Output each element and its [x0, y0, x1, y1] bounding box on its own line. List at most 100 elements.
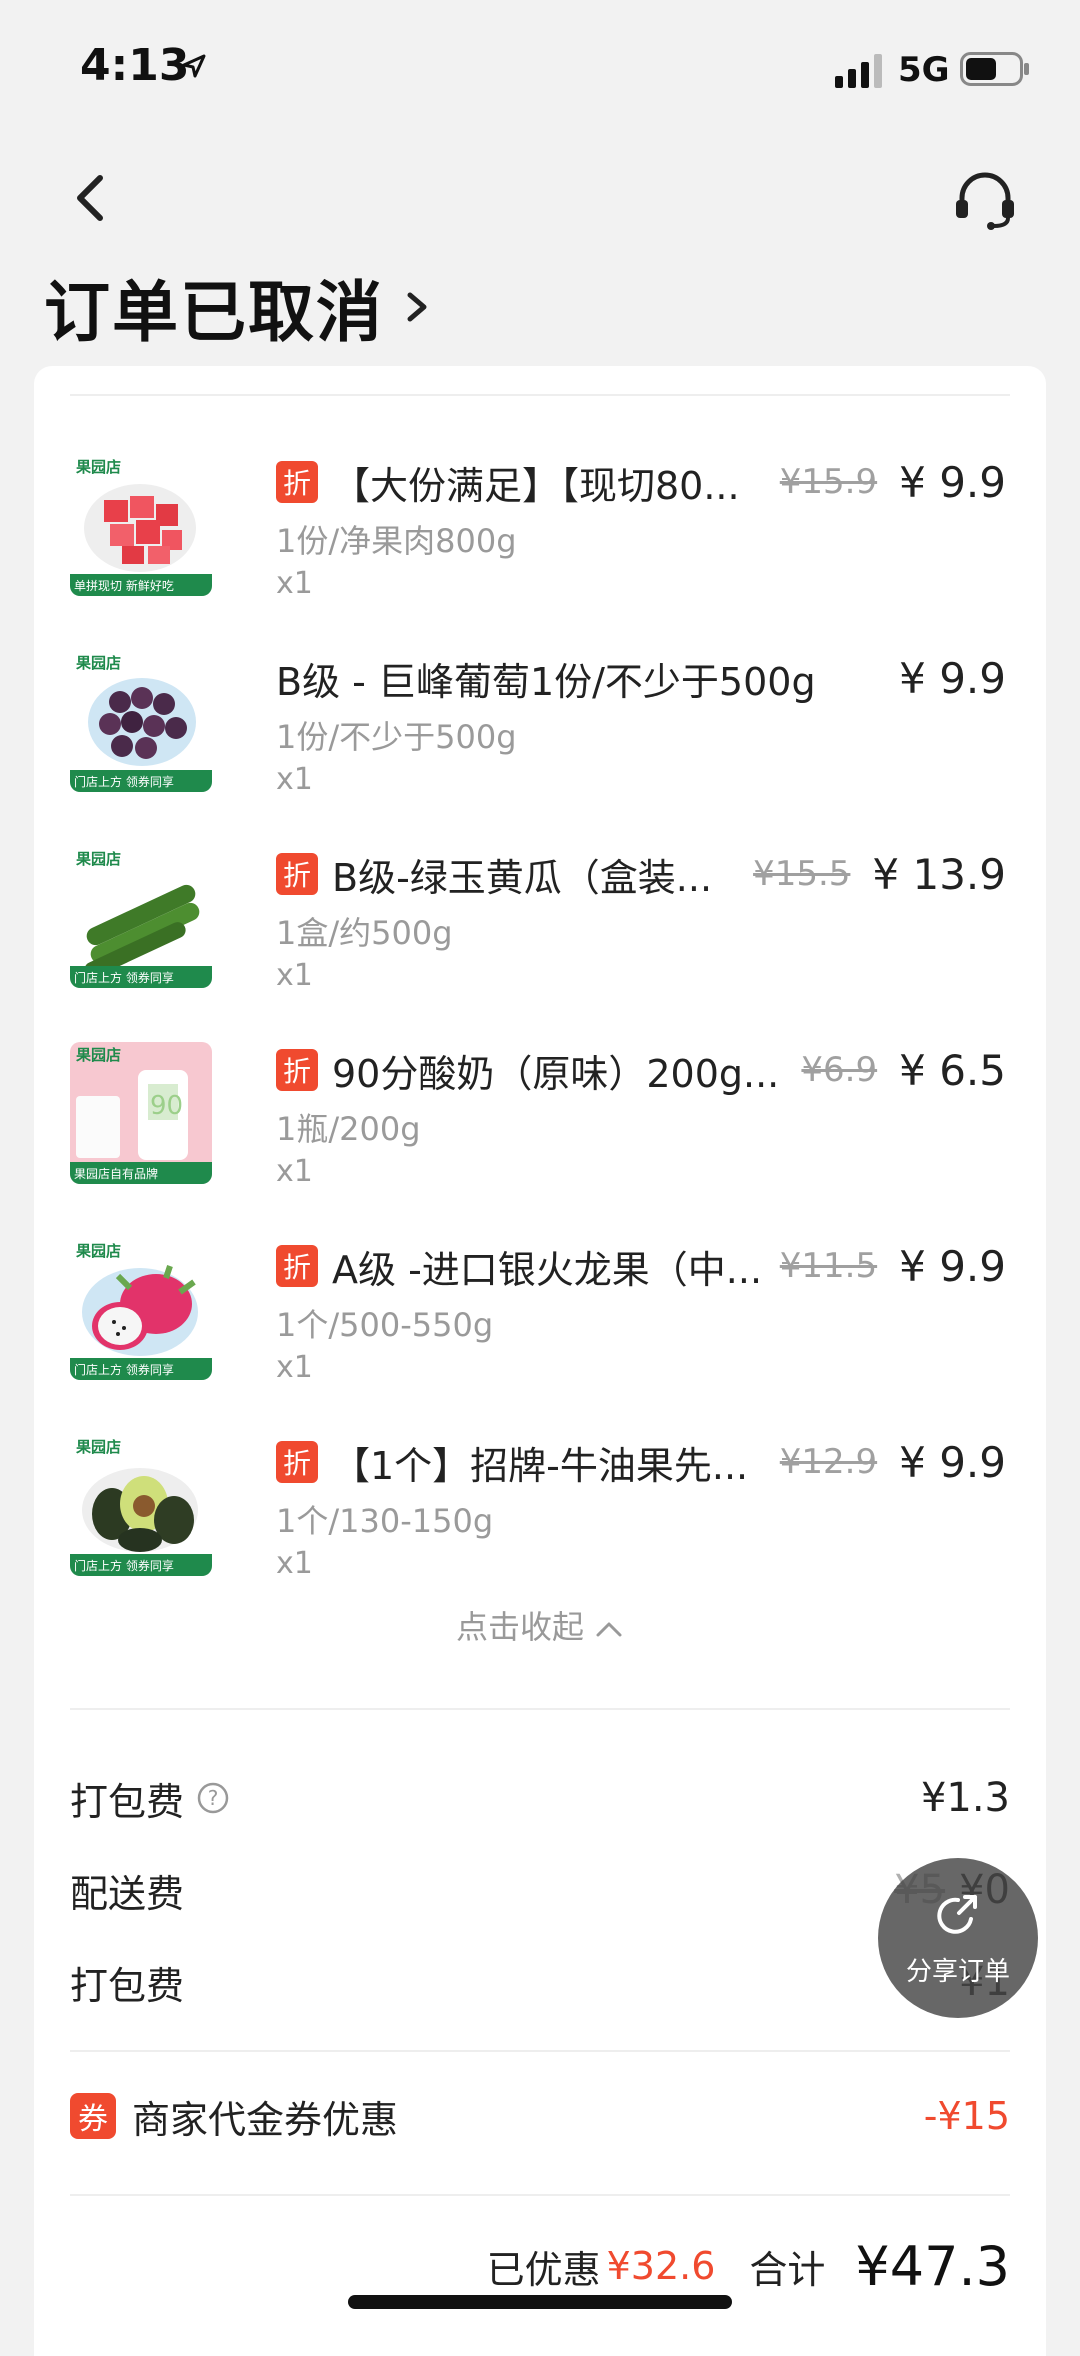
thumb-caption: 门店上方 领券同享 [74, 1558, 174, 1573]
collapse-items-button[interactable]: 点击收起 [34, 1602, 1046, 1648]
order-total-row: 已优惠 ¥32.6 合计 ¥47.3 [70, 2226, 1010, 2306]
coupon-value: -¥15 [923, 2094, 1010, 2138]
divider [70, 2050, 1010, 2052]
discount-badge: 折 [276, 1441, 318, 1483]
discount-badge: 折 [276, 1049, 318, 1091]
thumb-caption: 门店上方 领券同享 [74, 970, 174, 985]
product-thumbnail: 果园店 门店上方 领券同享 [70, 1434, 212, 1576]
order-status[interactable]: 订单已取消 [44, 262, 432, 352]
discount-amount: ¥32.6 [606, 2244, 716, 2288]
question-circle-icon[interactable]: ? [196, 1781, 230, 1815]
share-order-button[interactable]: 分享订单 [878, 1858, 1038, 2018]
item-quantity: x1 [276, 958, 313, 993]
chevron-left-icon[interactable] [62, 168, 122, 228]
order-item[interactable]: 果园店 90 果园店自有品牌 折 90分酸奶（原味）200g... ¥6.9 ¥… [70, 1042, 1046, 1212]
svg-text:?: ? [208, 1786, 219, 1810]
coupon-row: 券 商家代金券优惠 -¥15 [70, 2086, 1010, 2146]
item-name: B级-绿玉黄瓜（盒装... [332, 855, 713, 900]
chevron-right-icon [407, 292, 427, 322]
network-type: 5G [898, 50, 950, 90]
item-original-price: ¥15.9 [779, 462, 878, 502]
fee-row-packaging: 打包费 ? ¥1.3 [70, 1768, 1010, 1828]
discount-badge: 折 [276, 1245, 318, 1287]
item-price: ¥ 9.9 [899, 1241, 1006, 1291]
order-item[interactable]: 果园店 单拼现切 新鲜好吃 折 【大份满足】【现切80... ¥15.9 ¥ 9… [70, 454, 1046, 624]
divider [70, 2194, 1010, 2196]
total-label: 合计 [749, 2247, 826, 2292]
coupon-label: 商家代金券优惠 [132, 2097, 399, 2142]
product-thumbnail: 果园店 门店上方 领券同享 [70, 650, 212, 792]
svg-text:90: 90 [150, 1091, 183, 1121]
share-icon [937, 1894, 977, 1934]
product-thumbnail: 果园店 单拼现切 新鲜好吃 [70, 454, 212, 596]
item-price: ¥ 6.5 [899, 1045, 1006, 1095]
chevron-up-icon [596, 1622, 622, 1637]
item-name: A级 -进口银火龙果（中... [332, 1247, 763, 1292]
product-thumbnail: 果园店 门店上方 领券同享 [70, 1238, 212, 1380]
headset-icon[interactable] [950, 164, 1020, 234]
thumb-store: 果园店 [75, 850, 121, 868]
order-detail-card: 果园店 单拼现切 新鲜好吃 折 【大份满足】【现切80... ¥15.9 ¥ 9… [34, 366, 1046, 2356]
share-label: 分享订单 [905, 1956, 1010, 1987]
item-spec: 1份/不少于500g [276, 718, 517, 756]
thumb-store: 果园店 [75, 1046, 121, 1064]
discount-badge: 折 [276, 853, 318, 895]
fee-label: 打包费 [70, 1963, 185, 2008]
item-original-price: ¥11.5 [779, 1246, 878, 1286]
thumb-store: 果园店 [75, 654, 121, 672]
item-name: 【1个】招牌-牛油果先... [332, 1443, 749, 1488]
fee-row-delivery: 配送费 ¥5 ¥0 [70, 1860, 1010, 1920]
collapse-label: 点击收起 [455, 1608, 584, 1646]
item-original-price: ¥6.9 [801, 1050, 878, 1090]
fee-row-packaging-2: 打包费 ¥1 [70, 1952, 1010, 2012]
item-price: ¥ 9.9 [899, 457, 1006, 507]
item-quantity: x1 [276, 1546, 313, 1581]
home-indicator[interactable] [348, 2295, 732, 2309]
thumb-caption: 果园店自有品牌 [74, 1167, 158, 1181]
discount-badge: 折 [276, 461, 318, 503]
item-original-price: ¥15.5 [753, 854, 851, 894]
order-item[interactable]: 果园店 门店上方 领券同享 折 【1个】招牌-牛油果先... ¥12.9 ¥ 9… [70, 1434, 1046, 1604]
thumb-store: 果园店 [75, 1242, 121, 1260]
item-spec: 1个/500-550g [276, 1306, 494, 1344]
location-arrow-icon [182, 54, 206, 78]
item-name: B级 - 巨峰葡萄1份/不少于500g [276, 659, 816, 704]
status-time: 4:13 [80, 40, 190, 91]
product-thumbnail: 果园店 门店上方 领券同享 [70, 846, 212, 988]
thumb-caption: 单拼现切 新鲜好吃 [74, 578, 174, 593]
item-price: ¥ 9.9 [899, 1437, 1006, 1487]
fee-label: 打包费 [70, 1779, 185, 1824]
item-spec: 1盒/约500g [276, 914, 453, 952]
coupon-badge: 券 [70, 2093, 116, 2139]
item-quantity: x1 [276, 566, 313, 601]
item-spec: 1份/净果肉800g [276, 522, 517, 560]
item-original-price: ¥12.9 [779, 1442, 878, 1482]
item-quantity: x1 [276, 762, 313, 797]
battery-icon [960, 52, 1029, 86]
item-name: 90分酸奶（原味）200g... [332, 1051, 780, 1096]
item-quantity: x1 [276, 1350, 313, 1385]
product-thumbnail: 果园店 90 果园店自有品牌 [70, 1042, 212, 1184]
order-status-title: 订单已取消 [44, 274, 384, 351]
item-spec: 1个/130-150g [276, 1502, 494, 1540]
order-item[interactable]: 果园店 门店上方 领券同享 B级 - 巨峰葡萄1份/不少于500g ¥ 9.9 … [70, 650, 1046, 820]
fee-value: ¥1.3 [920, 1775, 1010, 1821]
item-quantity: x1 [276, 1154, 313, 1189]
item-price: ¥ 9.9 [899, 653, 1006, 703]
thumb-caption: 门店上方 领券同享 [74, 774, 174, 789]
total-value: ¥47.3 [855, 2234, 1010, 2298]
thumb-store: 果园店 [75, 1438, 121, 1456]
order-item[interactable]: 果园店 门店上方 领券同享 折 A级 -进口银火龙果（中... ¥11.5 ¥ … [70, 1238, 1046, 1408]
divider [70, 1708, 1010, 1710]
signal-icon [835, 54, 882, 88]
item-spec: 1瓶/200g [276, 1110, 421, 1148]
nav-bar [0, 140, 1080, 250]
divider [70, 394, 1010, 396]
item-name: 【大份满足】【现切80... [332, 463, 740, 508]
order-item[interactable]: 果园店 门店上方 领券同享 折 B级-绿玉黄瓜（盒装... ¥15.5 ¥ 13… [70, 846, 1046, 1016]
discount-label: 已优惠 [486, 2247, 601, 2292]
thumb-caption: 门店上方 领券同享 [74, 1362, 174, 1377]
item-price: ¥ 13.9 [872, 849, 1006, 899]
thumb-store: 果园店 [75, 458, 121, 476]
fee-label: 配送费 [70, 1871, 185, 1916]
